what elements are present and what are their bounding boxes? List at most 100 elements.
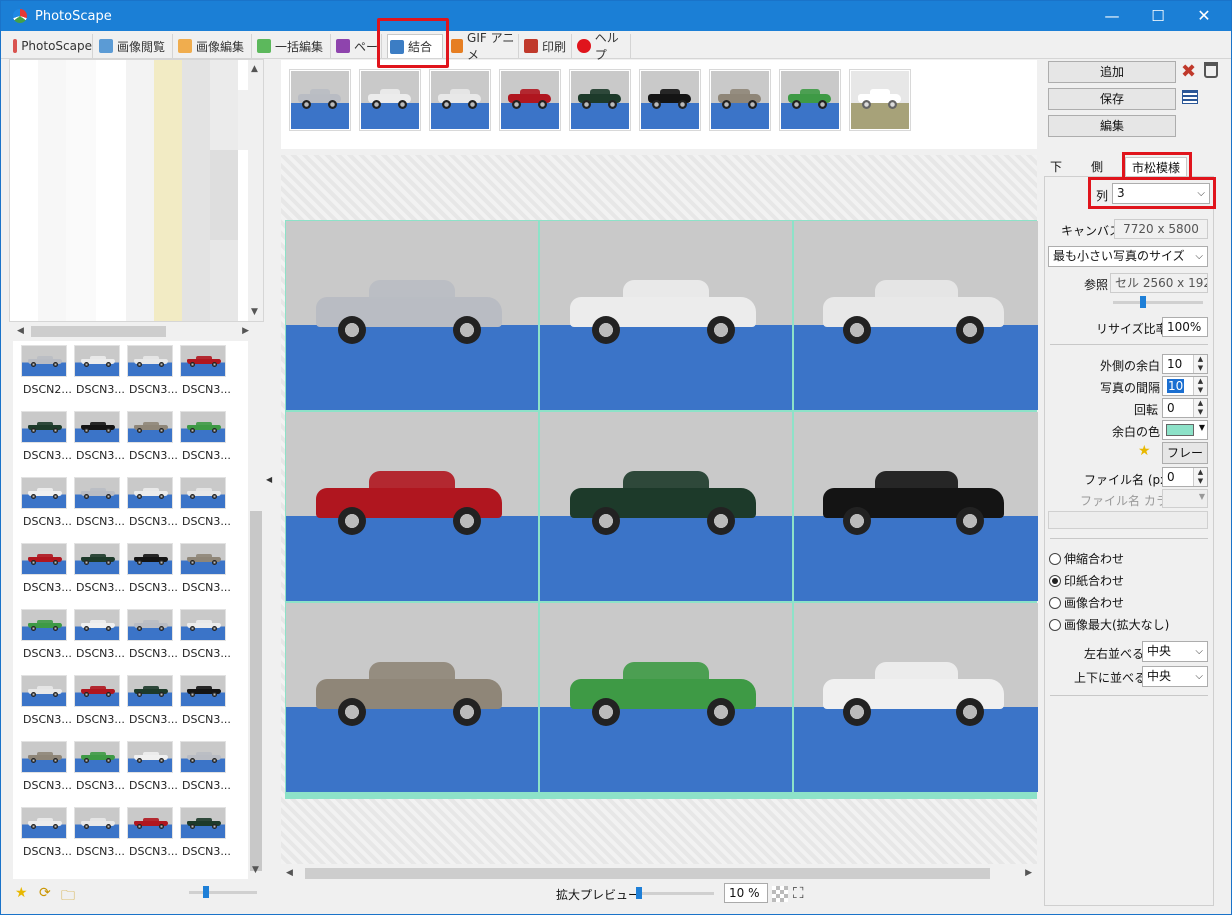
transparency-checker-icon[interactable]	[772, 886, 788, 902]
scroll-down-icon[interactable]: ▼	[251, 307, 258, 317]
horizontal-align-select[interactable]: 中央 ⌵	[1142, 641, 1208, 662]
thumbnail-item[interactable]: DSCN3...	[17, 541, 72, 603]
thumbnail-item[interactable]: DSCN3...	[176, 541, 231, 603]
zoom-slider[interactable]	[636, 892, 714, 895]
thumbnail-item[interactable]: DSCN3...	[123, 409, 178, 471]
thumbnail-item[interactable]: DSCN3...	[70, 541, 125, 603]
collage-cell[interactable]	[286, 412, 538, 601]
spin-arrows-icon[interactable]: ▲ ▼	[1193, 399, 1207, 417]
spin-arrows-icon[interactable]: ▲ ▼	[1193, 377, 1207, 395]
scroll-thumb[interactable]	[31, 326, 166, 337]
reference-slider-knob[interactable]	[1140, 296, 1146, 308]
collapse-panel-icon[interactable]: ◀	[266, 475, 272, 484]
collage-cell[interactable]	[540, 603, 792, 792]
thumbnail-item[interactable]: DSCN3...	[123, 673, 178, 735]
thumbnail-item[interactable]: DSCN3...	[17, 805, 72, 867]
strip-photo[interactable]	[499, 69, 561, 131]
thumbnail-item[interactable]: DSCN3...	[123, 739, 178, 801]
scroll-thumb[interactable]	[305, 868, 990, 879]
scroll-thumb[interactable]	[250, 511, 262, 871]
spin-arrows-icon[interactable]: ▲ ▼	[1193, 468, 1207, 486]
photo-gap-spinner[interactable]: 10 ▲ ▼	[1162, 376, 1208, 396]
tab-print[interactable]: 印刷	[522, 34, 572, 58]
collage-cell[interactable]	[794, 603, 1038, 792]
scroll-up-icon[interactable]: ▲	[251, 64, 258, 74]
strip-photo[interactable]	[779, 69, 841, 131]
thumbnail-item[interactable]: DSCN3...	[176, 805, 231, 867]
filename-px-spinner[interactable]: 0 ▲ ▼	[1162, 467, 1208, 487]
thumbnail-item[interactable]: DSCN3...	[17, 475, 72, 537]
column-select[interactable]: 3 ⌵	[1112, 183, 1210, 204]
strip-photo[interactable]	[709, 69, 771, 131]
scroll-left-icon[interactable]: ◀	[17, 326, 24, 336]
thumbnail-item[interactable]: DSCN3...	[123, 805, 178, 867]
thumbnail-item[interactable]: DSCN3...	[70, 475, 125, 537]
thumbnail-item[interactable]: DSCN3...	[70, 805, 125, 867]
thumbnail-item[interactable]: DSCN3...	[17, 409, 72, 471]
collage-cell[interactable]	[794, 221, 1038, 410]
thumbnail-item[interactable]: DSCN3...	[70, 673, 125, 735]
strip-photo[interactable]	[359, 69, 421, 131]
strip-photo[interactable]	[429, 69, 491, 131]
collage-cell[interactable]	[794, 412, 1038, 601]
list-icon[interactable]	[1182, 90, 1198, 104]
remove-icon[interactable]: ✖	[1181, 61, 1196, 82]
tab-side[interactable]: 側	[1085, 157, 1109, 177]
thumbnail-item[interactable]: DSCN3...	[176, 409, 231, 471]
reference-slider[interactable]	[1113, 301, 1203, 304]
vertical-align-select[interactable]: 中央 ⌵	[1142, 666, 1208, 687]
folder-tree[interactable]: ▲ ▼	[9, 59, 264, 322]
tab-checkerboard[interactable]: 市松模様	[1125, 157, 1188, 177]
rotate-spinner[interactable]: 0 ▲ ▼	[1162, 398, 1208, 418]
minimize-button[interactable]: —	[1089, 1, 1135, 31]
collage-preview[interactable]	[285, 220, 1038, 799]
thumbnail-item[interactable]: DSCN3...	[123, 541, 178, 603]
tab-gif[interactable]: GIF アニメ	[449, 31, 519, 62]
size-mode-select[interactable]: 最も小さい写真のサイズ ⌵	[1048, 246, 1208, 267]
thumbnail-item[interactable]: DSCN3...	[176, 607, 231, 669]
tab-bottom[interactable]: 下	[1044, 157, 1068, 177]
radio-image-max[interactable]: 画像最大(拡大なし)	[1049, 616, 1169, 633]
scroll-down-icon[interactable]: ▼	[252, 865, 259, 875]
thumbnail-item[interactable]: DSCN3...	[70, 739, 125, 801]
collage-cell[interactable]	[286, 603, 538, 792]
maximize-button[interactable]: ☐	[1135, 1, 1181, 31]
refresh-icon[interactable]: ⟳	[39, 885, 51, 901]
strip-photo[interactable]	[639, 69, 701, 131]
tab-page[interactable]: ペー	[334, 34, 382, 58]
radio-paper-fit[interactable]: 印紙合わせ	[1049, 572, 1124, 589]
resize-ratio-field[interactable]: 100%	[1162, 317, 1208, 337]
thumbnail-item[interactable]: DSCN3...	[17, 673, 72, 735]
tree-horizontal-scrollbar[interactable]: ◀ ▶	[13, 323, 253, 340]
zoom-value[interactable]: 10 %	[724, 883, 768, 903]
scroll-right-icon[interactable]: ▶	[1025, 868, 1032, 878]
favorite-star-icon[interactable]: ★	[15, 885, 28, 901]
radio-image-fit[interactable]: 画像合わせ	[1049, 594, 1124, 611]
scroll-right-icon[interactable]: ▶	[242, 326, 249, 336]
add-button[interactable]: 追加	[1048, 61, 1176, 83]
edit-button[interactable]: 編集	[1048, 115, 1176, 137]
thumbnail-item[interactable]: DSCN3...	[17, 607, 72, 669]
strip-photo[interactable]	[849, 69, 911, 131]
margin-color-picker[interactable]: ▼	[1162, 420, 1208, 440]
thumbnail-item[interactable]: DSCN3...	[176, 739, 231, 801]
thumbnail-item[interactable]: DSCN3...	[176, 475, 231, 537]
thumbnail-item[interactable]: DSCN3...	[123, 607, 178, 669]
canvas-horizontal-scrollbar[interactable]: ◀ ▶	[281, 865, 1037, 881]
collage-cell[interactable]	[540, 221, 792, 410]
strip-photo[interactable]	[289, 69, 351, 131]
spin-arrows-icon[interactable]: ▲ ▼	[1193, 355, 1207, 373]
save-button[interactable]: 保存	[1048, 88, 1176, 110]
thumbnail-item[interactable]: DSCN3...	[123, 475, 178, 537]
thumbnail-item[interactable]: DSCN3...	[123, 343, 178, 405]
thumbnail-item[interactable]: DSCN3...	[70, 607, 125, 669]
tab-viewer[interactable]: 画像閲覧	[97, 34, 173, 58]
thumbnail-item[interactable]: DSCN3...	[17, 739, 72, 801]
thumbnail-size-slider[interactable]	[189, 891, 257, 894]
thumbnail-item[interactable]: DSCN3...	[70, 343, 125, 405]
close-button[interactable]: ✕	[1181, 1, 1227, 31]
tab-combine[interactable]: 結合	[387, 34, 443, 58]
collage-cell[interactable]	[540, 412, 792, 601]
fit-to-screen-icon[interactable]: ⛶	[793, 884, 804, 902]
zoom-slider-knob[interactable]	[636, 887, 642, 899]
